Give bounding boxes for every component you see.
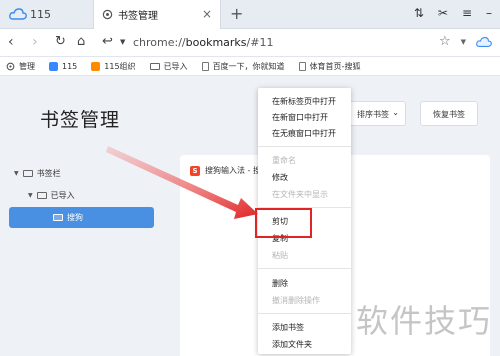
- cut-highlight-box: [255, 208, 312, 238]
- folder-icon: [36, 192, 47, 199]
- caret-down-icon[interactable]: ▼: [28, 192, 33, 199]
- page-title: 书签管理: [40, 109, 121, 131]
- sogou-icon: S: [190, 165, 200, 176]
- tab-bookmarks[interactable]: 书签管理 ×: [93, 0, 221, 29]
- gear-icon: [6, 62, 15, 70]
- doc-icon: [201, 61, 209, 71]
- menu-divider: [258, 313, 351, 314]
- tree-item-bookmarks-bar[interactable]: ▼ 书签栏: [14, 168, 61, 179]
- sort-bookmarks-dropdown[interactable]: 排序书签 ⌄: [348, 101, 406, 126]
- bookmarks-bar: 管理 115 115组织 已导入 百度一下，你就知道 体育首页-搜狐: [0, 57, 500, 76]
- star-icon[interactable]: ☆: [439, 34, 451, 49]
- new-tab-button[interactable]: +: [230, 4, 243, 23]
- tab-115[interactable]: 115: [0, 0, 93, 29]
- tab-115-label: 115: [30, 8, 51, 21]
- menu-icon[interactable]: ≡: [462, 6, 472, 20]
- menu-rename[interactable]: 重命名: [272, 155, 296, 166]
- bookmark-baidu[interactable]: 百度一下，你就知道: [201, 61, 285, 72]
- folder-icon: [149, 62, 160, 70]
- back-icon[interactable]: ‹: [8, 34, 14, 50]
- scissors-icon[interactable]: ✂: [438, 6, 448, 20]
- reload-icon[interactable]: ↻: [55, 34, 66, 49]
- window-controls: ⇅ ✂ ≡ –: [414, 6, 492, 20]
- bookmark-sohu[interactable]: 体育首页-搜狐: [298, 61, 360, 72]
- menu-open-new-window[interactable]: 在新窗口中打开: [272, 112, 328, 123]
- 115org-icon: [91, 61, 101, 71]
- bookmark-115org[interactable]: 115组织: [91, 61, 136, 72]
- home-icon[interactable]: ⌂: [77, 34, 85, 49]
- tree-item-imported[interactable]: ▼ 已导入: [28, 190, 75, 201]
- url-field[interactable]: chrome://bookmarks/#11: [133, 36, 273, 49]
- watermark: 软件技巧: [356, 302, 493, 340]
- folder-icon: [22, 170, 33, 177]
- menu-divider: [258, 146, 351, 147]
- gear-icon: [102, 9, 113, 20]
- menu-delete[interactable]: 删除: [272, 278, 288, 289]
- undo-icon[interactable]: ↩: [102, 34, 113, 49]
- bookmark-115[interactable]: 115: [49, 61, 77, 71]
- menu-paste[interactable]: 粘贴: [272, 250, 288, 261]
- menu-undo-delete[interactable]: 撤消删除操作: [272, 295, 320, 306]
- bookmark-imported[interactable]: 已导入: [149, 61, 188, 72]
- chevron-down-icon: ⌄: [392, 108, 399, 117]
- cloud-icon: [9, 8, 27, 20]
- menu-show-in-folder[interactable]: 在文件夹中显示: [272, 189, 328, 200]
- sort-arrows-icon[interactable]: ⇅: [414, 6, 424, 20]
- menu-open-new-tab[interactable]: 在新标签页中打开: [272, 96, 336, 107]
- 115-icon: [49, 61, 58, 71]
- minimize-icon[interactable]: –: [486, 6, 492, 20]
- forward-icon[interactable]: ›: [32, 34, 38, 50]
- tree-item-sogou-selected[interactable]: 搜狗: [9, 207, 154, 228]
- close-tab-icon[interactable]: ×: [202, 7, 212, 21]
- caret-down-icon[interactable]: ▼: [14, 170, 19, 177]
- bookmark-manage[interactable]: 管理: [6, 61, 35, 72]
- restore-bookmarks-button[interactable]: 恢复书签: [420, 101, 478, 126]
- menu-add-bookmark[interactable]: 添加书签: [272, 322, 304, 333]
- list-item[interactable]: S 搜狗输入法 - 搜: [190, 165, 261, 176]
- title-bar: 115 书签管理 × + ⇅ ✂ ≡ –: [0, 0, 500, 29]
- chevron-down-icon[interactable]: ▼: [120, 38, 125, 46]
- folder-icon: [53, 214, 63, 221]
- address-bar: ‹ › ↻ ⌂ ↩ ▼ chrome://bookmarks/#11 ☆ ▼: [0, 29, 500, 57]
- menu-edit[interactable]: 修改: [272, 172, 288, 183]
- tab-bookmarks-label: 书签管理: [118, 11, 158, 22]
- menu-divider: [258, 268, 351, 269]
- address-actions: ☆ ▼: [439, 34, 492, 49]
- chevron-down-icon-2[interactable]: ▼: [461, 38, 466, 46]
- menu-add-folder[interactable]: 添加文件夹: [272, 339, 312, 350]
- cloud-sync-icon[interactable]: [476, 36, 492, 48]
- menu-open-incognito[interactable]: 在无痕窗口中打开: [272, 128, 336, 139]
- doc-icon: [298, 61, 306, 71]
